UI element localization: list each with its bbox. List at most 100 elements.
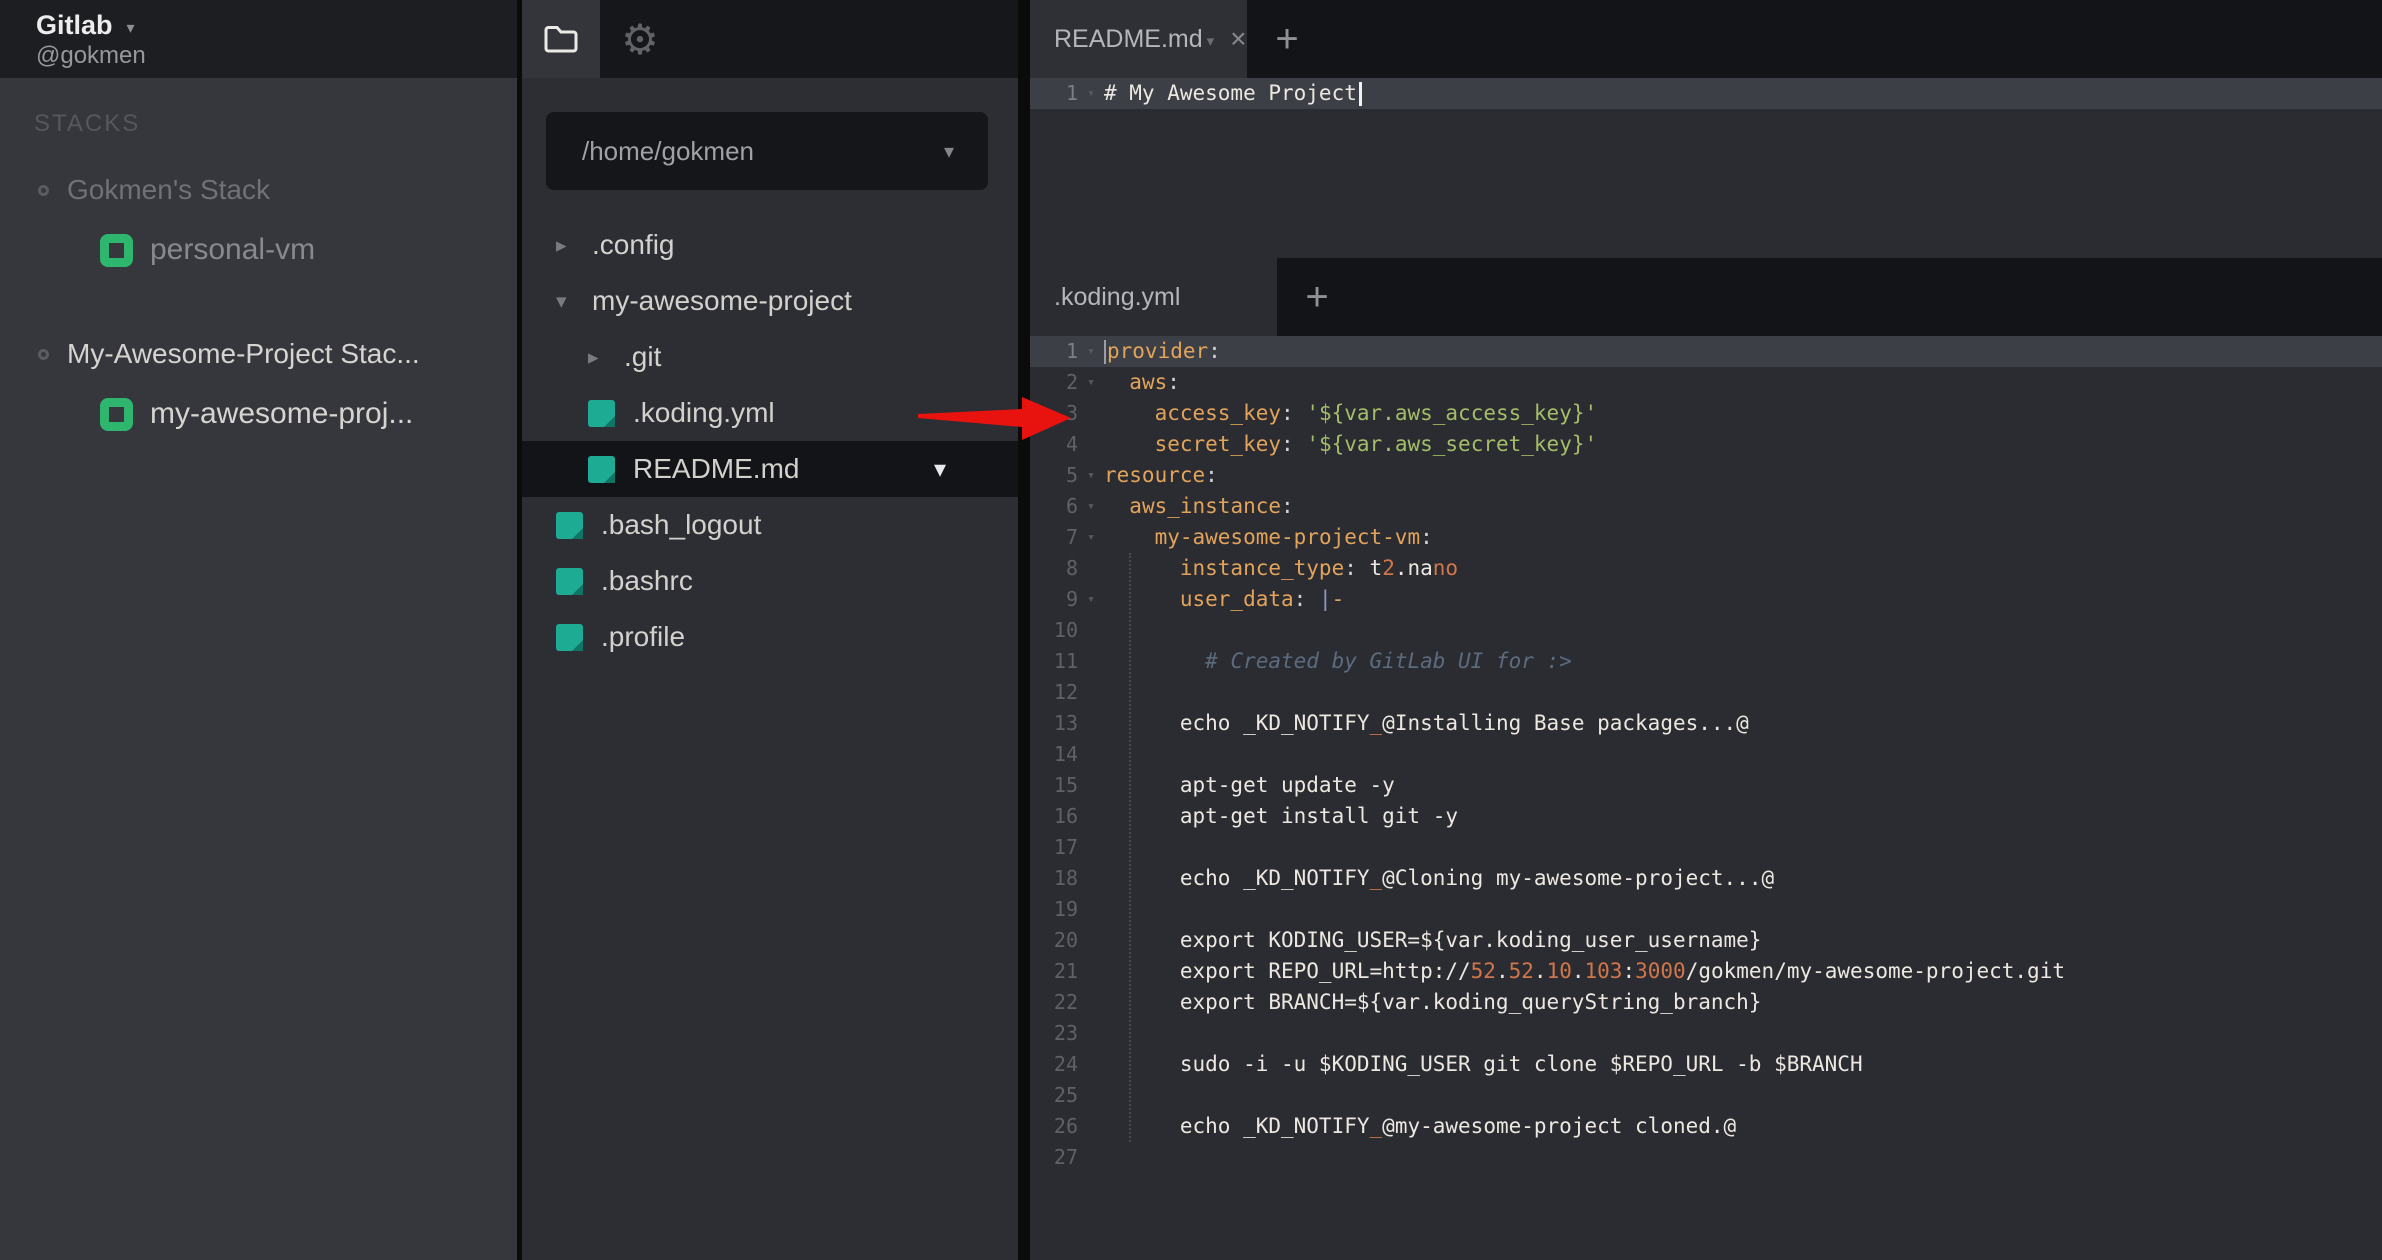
code-line-27[interactable]: 27 (1030, 1142, 2382, 1173)
settings-tab[interactable]: ⚙ (608, 0, 672, 78)
stack-bullet-icon (38, 349, 49, 360)
tree-item-git[interactable]: ▸.git (522, 329, 1018, 385)
chevron-right-icon: ▸ (588, 345, 614, 370)
new-tab-button[interactable]: + (1252, 0, 1322, 78)
fold-spacer (1078, 1018, 1104, 1049)
code-line-3[interactable]: 3 access_key: '${var.aws_access_key}' (1030, 398, 2382, 429)
stack-item-gokmen-s-stack[interactable]: Gokmen's Stack (0, 172, 517, 208)
code-line-23[interactable]: 23 (1030, 1018, 2382, 1049)
code-line-1[interactable]: 1▾# My Awesome Project (1030, 78, 2382, 109)
line-number: 20 (1030, 925, 1078, 956)
readme-editor[interactable]: 1▾# My Awesome Project (1030, 78, 2382, 258)
machine-item-my-awesome-proj[interactable]: my-awesome-proj... (0, 390, 517, 438)
token: @my-awesome-project cloned.@ (1382, 1114, 1736, 1138)
code-text: provider: (1104, 336, 1221, 367)
code-line-14[interactable]: 14 (1030, 739, 2382, 770)
close-icon[interactable]: × (1230, 25, 1246, 53)
line-number: 2 (1030, 367, 1078, 398)
file-icon (588, 400, 615, 427)
code-line-5[interactable]: 5▾resource: (1030, 460, 2382, 491)
code-line-24[interactable]: 24 sudo -i -u $KODING_USER git clone $RE… (1030, 1049, 2382, 1080)
token: instance_type (1180, 556, 1344, 580)
chevron-down-icon: ▾ (556, 289, 582, 314)
token: 103 (1585, 959, 1623, 983)
file-icon (556, 568, 583, 595)
tree-item-my-awesome-project[interactable]: ▾my-awesome-project (522, 273, 1018, 329)
code-line-18[interactable]: 18 echo _KD_NOTIFY_@Cloning my-awesome-p… (1030, 863, 2382, 894)
code-line-11[interactable]: 11 # Created by GitLab UI for :> (1030, 646, 2382, 677)
code-line-25[interactable]: 25 (1030, 1080, 2382, 1111)
tree-item-koding-yml[interactable]: .koding.yml (522, 385, 1018, 441)
koding-yml-editor[interactable]: 1▾provider:2▾ aws:3 access_key: '${var.a… (1030, 336, 2382, 1260)
tree-item-profile[interactable]: .profile (522, 609, 1018, 665)
fold-spacer (1078, 1049, 1104, 1080)
folder-icon (542, 23, 580, 55)
chevron-down-icon[interactable]: ▾ (1207, 28, 1215, 50)
code-line-17[interactable]: 17 (1030, 832, 2382, 863)
token: apt-get install git -y (1180, 804, 1458, 828)
plus-icon: + (1275, 17, 1298, 62)
line-number: 14 (1030, 739, 1078, 770)
token: 52 (1509, 959, 1534, 983)
text-cursor (1359, 82, 1362, 106)
tree-item-readme-md[interactable]: README.md▾ (522, 441, 1018, 497)
token: : (1281, 494, 1294, 518)
token: aws_instance (1129, 494, 1281, 518)
code-line-13[interactable]: 13 echo _KD_NOTIFY_@Installing Base pack… (1030, 708, 2382, 739)
code-line-9[interactable]: 9▾ user_data: |- (1030, 584, 2382, 615)
token: | (1319, 587, 1332, 611)
tab-koding-yml[interactable]: .koding.yml (1030, 258, 1277, 336)
path-dropdown[interactable]: /home/gokmen ▾ (546, 112, 988, 190)
stack-item-my-awesome-project-stac[interactable]: My-Awesome-Project Stac... (0, 336, 517, 372)
line-number: 6 (1030, 491, 1078, 522)
code-line-7[interactable]: 7▾ my-awesome-project-vm: (1030, 522, 2382, 553)
code-line-20[interactable]: 20 export KODING_USER=${var.koding_user_… (1030, 925, 2382, 956)
machine-label: my-awesome-proj... (150, 397, 413, 431)
line-number: 8 (1030, 553, 1078, 584)
token: - (1332, 587, 1345, 611)
app-root: { "sidebar": { "team": "Gitlab", "user":… (0, 0, 2382, 1260)
code-line-22[interactable]: 22 export BRANCH=${var.koding_queryStrin… (1030, 987, 2382, 1018)
code-line-16[interactable]: 16 apt-get install git -y (1030, 801, 2382, 832)
token: export BRANCH=${var.koding_queryString_b… (1180, 990, 1762, 1014)
files-tab[interactable] (522, 0, 600, 78)
token (1294, 432, 1307, 456)
token: : (1294, 587, 1307, 611)
tree-item-bash-logout[interactable]: .bash_logout (522, 497, 1018, 553)
code-line-4[interactable]: 4 secret_key: '${var.aws_secret_key}' (1030, 429, 2382, 460)
token: 52 (1471, 959, 1496, 983)
tree-item-config[interactable]: ▸.config (522, 217, 1018, 273)
fold-spacer (1078, 615, 1104, 646)
code-line-1[interactable]: 1▾provider: (1030, 336, 2382, 367)
code-text: apt-get update -y (1104, 770, 1395, 801)
tree-item-bashrc[interactable]: .bashrc (522, 553, 1018, 609)
line-number: 24 (1030, 1049, 1078, 1080)
new-tab-button[interactable]: + (1282, 258, 1352, 336)
line-number: 1 (1030, 336, 1078, 367)
code-line-26[interactable]: 26 echo _KD_NOTIFY_@my-awesome-project c… (1030, 1111, 2382, 1142)
file-icon (588, 456, 615, 483)
fold-caret-icon: ▾ (1078, 336, 1104, 367)
token: provider (1107, 339, 1208, 363)
code-text: echo _KD_NOTIFY_@my-awesome-project clon… (1104, 1111, 1736, 1142)
code-line-2[interactable]: 2▾ aws: (1030, 367, 2382, 398)
code-line-6[interactable]: 6▾ aws_instance: (1030, 491, 2382, 522)
tab-readme[interactable]: README.md ▾ × (1030, 0, 1247, 78)
code-line-19[interactable]: 19 (1030, 894, 2382, 925)
machine-item-personal-vm[interactable]: personal-vm (0, 226, 517, 274)
token: secret_key (1155, 432, 1281, 456)
line-number: 22 (1030, 987, 1078, 1018)
fold-caret-icon: ▾ (1078, 78, 1104, 109)
code-line-8[interactable]: 8 instance_type: t2.nano (1030, 553, 2382, 584)
code-line-21[interactable]: 21 export REPO_URL=http://52.52.10.103:3… (1030, 956, 2382, 987)
team-switcher[interactable]: Gitlab ▾ (36, 10, 517, 41)
token: sudo -i -u $KODING_USER git clone $REPO_… (1180, 1052, 1863, 1076)
code-line-15[interactable]: 15 apt-get update -y (1030, 770, 2382, 801)
machine-label: personal-vm (150, 233, 315, 267)
code-text: export KODING_USER=${var.koding_user_use… (1104, 925, 1761, 956)
code-line-10[interactable]: 10 (1030, 615, 2382, 646)
code-line-12[interactable]: 12 (1030, 677, 2382, 708)
fold-spacer (1078, 1111, 1104, 1142)
fold-caret-icon: ▾ (1078, 491, 1104, 522)
text-cursor (1104, 340, 1106, 364)
